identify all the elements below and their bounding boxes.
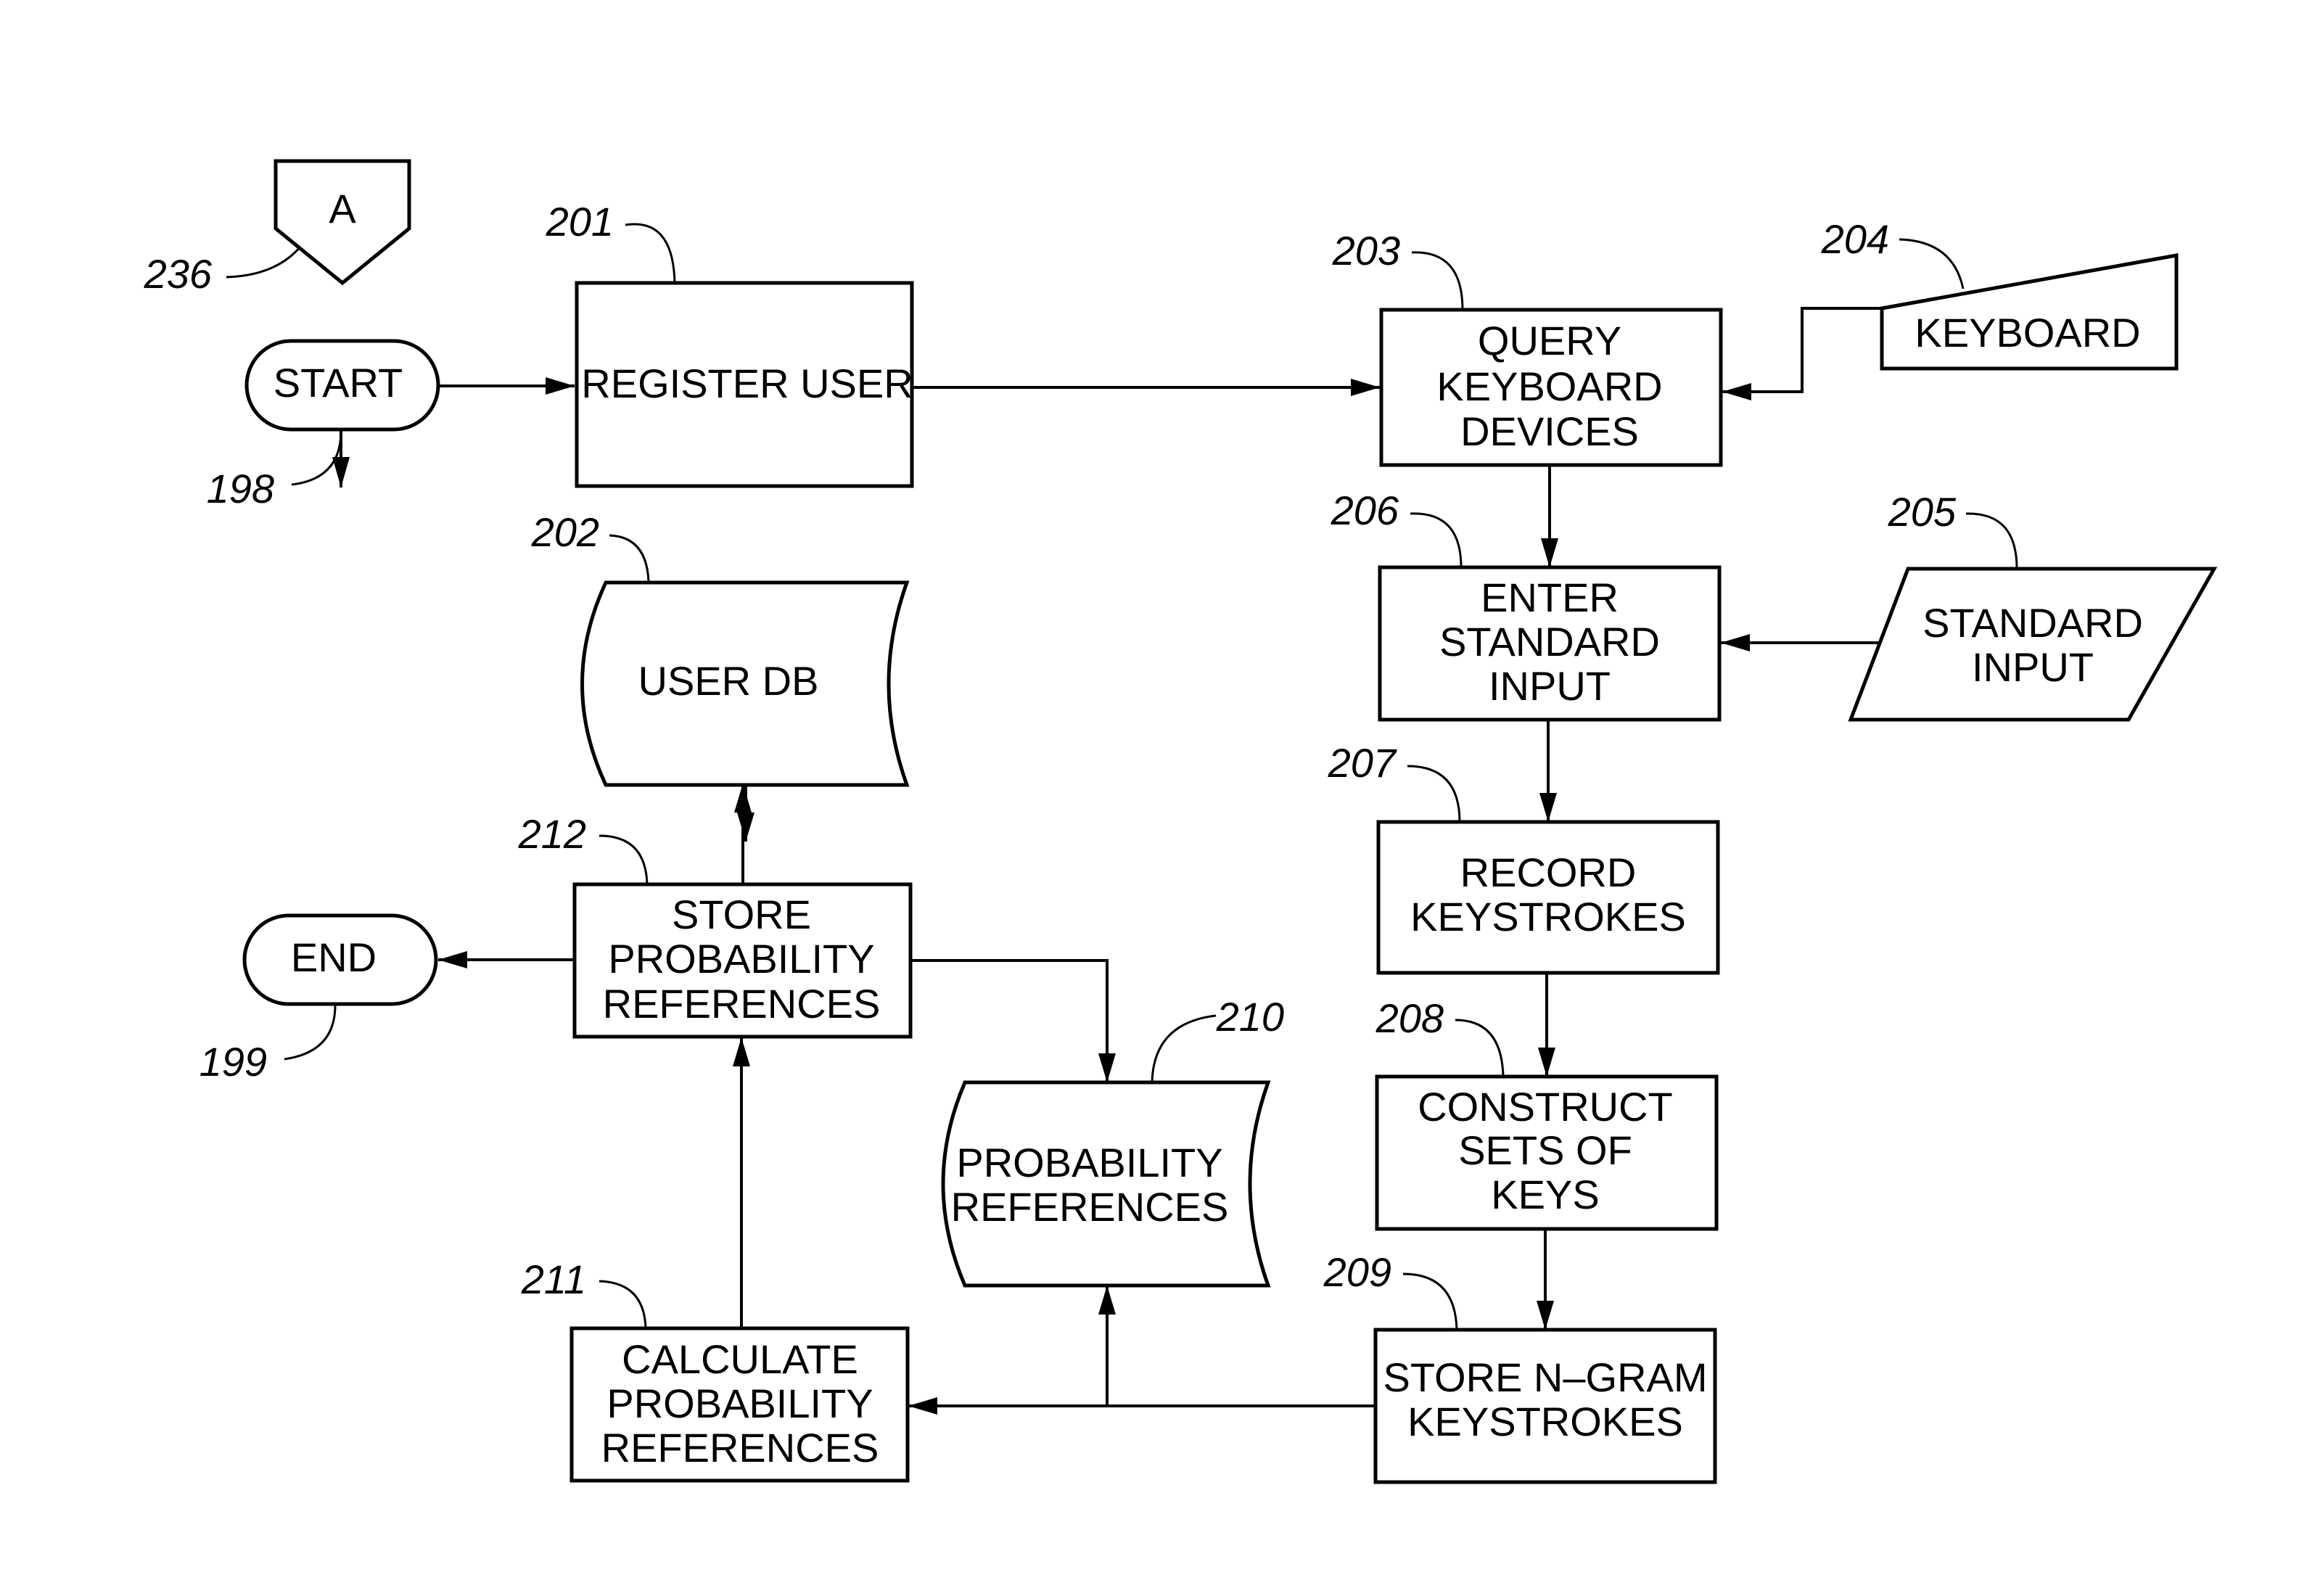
node-label: CALCULATE: [622, 1336, 858, 1382]
node-query-keyboard: QUERY KEYBOARD DEVICES: [1379, 308, 1723, 467]
node-label: ENTER: [1481, 575, 1619, 620]
arrowhead-icon: [546, 377, 575, 395]
node-label: SETS OF: [1458, 1127, 1632, 1173]
node-label: DEVICES: [1460, 408, 1639, 454]
leader-line: [1410, 512, 1463, 568]
leader-line: [1899, 238, 1965, 289]
node-record-keystrokes: RECORD KEYSTROKES: [1376, 820, 1720, 975]
ref-numeral: 198: [207, 466, 274, 511]
arrowhead-icon: [908, 1397, 937, 1415]
node-label: STORE: [672, 892, 811, 937]
ref-numeral: 205: [1888, 489, 1957, 535]
node-label: PROBABILITY: [608, 936, 874, 982]
arrowhead-icon: [737, 813, 754, 842]
node-end: END: [242, 913, 438, 1006]
node-label: KEYBOARD: [1436, 363, 1662, 409]
arrowhead-icon: [1537, 1301, 1554, 1330]
arrowhead-icon: [1721, 634, 1750, 651]
node-label: KEYS: [1491, 1172, 1599, 1217]
leader-line: [226, 246, 302, 279]
ref-numeral: 199: [200, 1039, 267, 1085]
arrowhead-icon: [1098, 1286, 1116, 1315]
leader-line: [599, 1280, 647, 1329]
edge-storeprob-to-probrefs: [911, 959, 1109, 1082]
leader-line: [284, 1005, 337, 1061]
node-label: USER DB: [638, 658, 819, 704]
node-construct-sets: CONSTRUCT SETS OF KEYS: [1375, 1074, 1719, 1231]
node-calculate-probability: CALCULATE PROBABILITY REFERENCES: [569, 1326, 910, 1483]
ref-numeral: 207: [1328, 740, 1397, 786]
node-label: RECORD: [1460, 850, 1637, 895]
leader-line: [1411, 251, 1464, 310]
node-probability-references: PROBABILITY REFERENCES: [941, 1080, 1271, 1288]
node-label: START: [274, 360, 403, 406]
arrowhead-icon: [1541, 538, 1558, 567]
node-label: KEYSTROKES: [1410, 894, 1686, 939]
node-label: STANDARD: [1922, 600, 2143, 646]
ref-numeral: 212: [518, 811, 586, 857]
ref-numeral: 236: [144, 251, 213, 297]
node-label: STANDARD: [1439, 619, 1660, 665]
arrowhead-icon: [734, 783, 752, 813]
node-label: REFERENCES: [601, 1425, 879, 1470]
node-label: REFERENCES: [951, 1184, 1229, 1230]
leader-line: [609, 534, 650, 583]
ref-numeral: 206: [1331, 488, 1399, 533]
leader-line: [625, 223, 676, 284]
ref-numeral: 211: [521, 1256, 586, 1302]
node-label: PROBABILITY: [956, 1140, 1222, 1185]
node-label: END: [291, 934, 377, 980]
leader-line: [1402, 1272, 1458, 1330]
node-connector-a: A: [274, 159, 411, 286]
leader-line: [1455, 1019, 1505, 1077]
arrowhead-icon: [1351, 379, 1380, 396]
node-store-probability: STORE PROBABILITY REFERENCES: [572, 882, 913, 1039]
node-label: QUERY: [1478, 318, 1621, 363]
flowchart-diagram: A START REGISTER USER USER DB QUERY KEYB…: [144, 159, 2218, 1484]
node-label: STORE N–GRAM: [1383, 1354, 1707, 1400]
node-label: KEYSTROKES: [1407, 1399, 1683, 1444]
node-start: START: [244, 339, 440, 432]
ref-numeral: 210: [1216, 994, 1284, 1040]
leader-line: [1407, 765, 1461, 823]
node-label: PROBABILITY: [606, 1381, 873, 1426]
node-enter-standard-input: ENTER STANDARD INPUT: [1378, 565, 1722, 722]
arrowhead-icon: [1098, 1053, 1116, 1082]
ref-numeral: 208: [1375, 995, 1444, 1041]
arrowhead-icon: [1722, 383, 1751, 400]
node-keyboard: KEYBOARD: [1880, 253, 2179, 371]
arrowhead-icon: [438, 951, 467, 968]
node-label: KEYBOARD: [1915, 310, 2140, 355]
node-register-user: REGISTER USER: [575, 281, 914, 488]
node-label: INPUT: [1489, 663, 1611, 709]
node-label: INPUT: [1972, 644, 2094, 690]
node-label: A: [329, 186, 356, 231]
ref-numeral: 202: [531, 509, 599, 555]
ref-numeral: 203: [1332, 228, 1400, 273]
leader-line: [1965, 512, 2018, 569]
ref-numeral: 201: [546, 199, 614, 244]
arrowhead-icon: [733, 1037, 750, 1066]
node-store-ngram: STORE N–GRAM KEYSTROKES: [1373, 1328, 1717, 1484]
leader-line: [599, 834, 649, 885]
arrowhead-icon: [1539, 793, 1557, 822]
leader-line: [1151, 1014, 1217, 1083]
arrowhead-icon: [1538, 1048, 1555, 1077]
node-standard-input: STANDARD INPUT: [1848, 567, 2218, 722]
ref-numeral: 209: [1323, 1249, 1391, 1295]
node-label: CONSTRUCT: [1418, 1084, 1673, 1130]
ref-numeral: 204: [1821, 216, 1889, 262]
node-label: REFERENCES: [603, 981, 881, 1027]
node-label: REGISTER USER: [581, 361, 913, 406]
edge-keyboard-to-query: [1722, 307, 1880, 393]
node-user-db: USER DB: [580, 580, 910, 787]
